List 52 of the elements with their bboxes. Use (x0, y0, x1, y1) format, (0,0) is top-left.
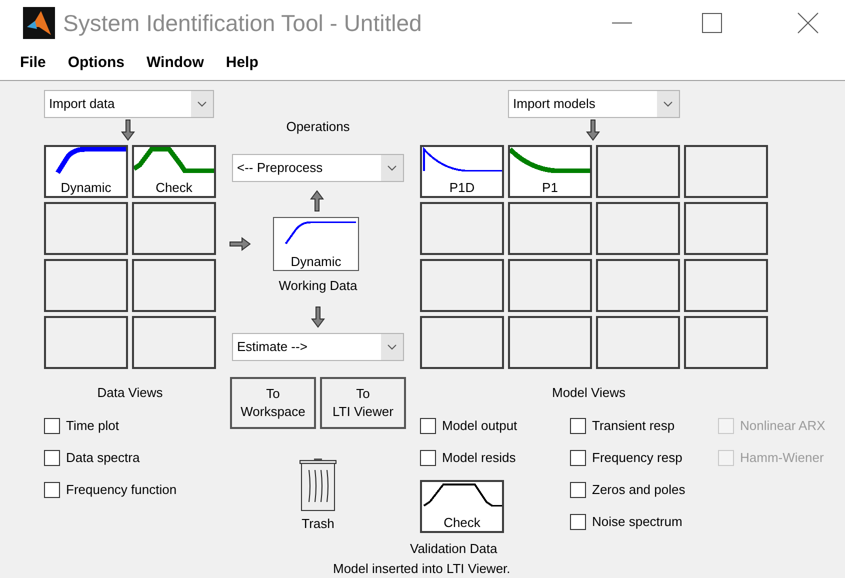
export-button[interactable]: To LTI Viewer (320, 376, 406, 428)
dropdown[interactable]: Estimate --> (232, 332, 404, 360)
checkbox[interactable]: Data spectra (44, 448, 216, 468)
checkbox[interactable]: Transient resp (570, 416, 718, 436)
maximize-icon[interactable] (701, 12, 723, 34)
checkbox[interactable]: Noise spectrum (570, 512, 718, 532)
export-button[interactable]: To Workspace (230, 376, 316, 428)
tile-label: Check (442, 515, 482, 531)
checkbox[interactable]: Frequency resp (570, 448, 718, 468)
menu-item[interactable]: Window (146, 52, 204, 74)
chevron-icon (387, 165, 397, 171)
caption: Validation Data (410, 540, 498, 558)
arrow-icon (229, 237, 251, 251)
close-icon[interactable] (797, 12, 819, 34)
checkbox[interactable]: Zeros and poles (570, 480, 718, 500)
section-title: Data Views (96, 384, 164, 402)
working-data-tile[interactable]: Dynamic (273, 217, 359, 271)
section-title: Model Views (552, 384, 626, 402)
menu-item[interactable]: Help (226, 52, 258, 74)
arrow-icon (311, 306, 325, 328)
data-icon-tile[interactable]: P1 (508, 144, 592, 198)
chevron-icon (663, 100, 673, 106)
checkbox[interactable]: Frequency function (44, 480, 216, 500)
data-icon-tile[interactable]: Check (132, 144, 216, 198)
tile-label: P1D (448, 180, 476, 196)
checkbox[interactable]: Model resids (420, 448, 570, 468)
validation-data-tile[interactable]: Check (420, 480, 504, 533)
checkbox[interactable]: Model output (420, 416, 570, 436)
window-title: System Identification Tool - Untitled (63, 9, 422, 38)
app-logo-icon (23, 7, 55, 40)
section-title: Operations (286, 118, 350, 136)
data-icon-tile[interactable]: P1D (420, 144, 504, 198)
arrow-icon (121, 118, 135, 140)
data-icon-tile[interactable]: Dynamic (44, 144, 128, 198)
dropdown[interactable]: <-- Preprocess (232, 154, 404, 182)
dropdown[interactable]: Import data (44, 90, 214, 118)
dropdown[interactable]: Import models (508, 90, 680, 118)
trash-can-icon[interactable] (299, 458, 337, 512)
caption: Working Data (278, 277, 358, 295)
arrow-icon (586, 118, 600, 140)
status-message: Model inserted into LTI Viewer. (333, 560, 512, 578)
menu-item[interactable]: File (20, 52, 46, 74)
tile-label: Check (154, 180, 194, 196)
tile-label: P1 (541, 180, 559, 196)
tile-label: Dynamic (290, 254, 342, 270)
checkbox[interactable]: Time plot (44, 416, 216, 436)
chevron-icon (197, 100, 207, 106)
arrow-icon (310, 190, 324, 212)
menu-item[interactable]: Options (68, 52, 125, 74)
chevron-icon (387, 344, 397, 350)
trash-label: Trash (302, 514, 334, 532)
tile-label: Dynamic (60, 180, 112, 196)
